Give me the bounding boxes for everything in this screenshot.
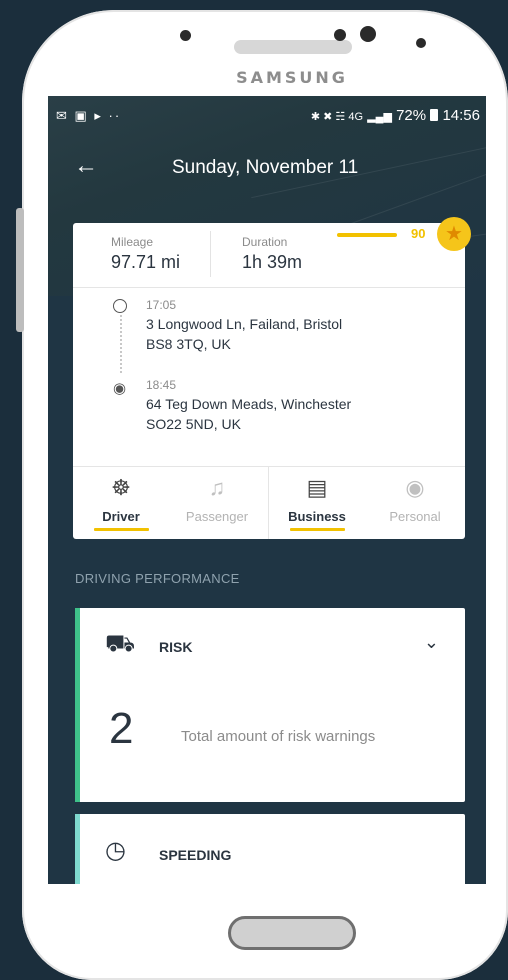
notification-icons: ✉ ▣ ▸ ·· [56,108,122,123]
location-pin-icon: ◉ [113,380,127,397]
speedometer-icon: ◷ [105,837,126,864]
sensor-icon [334,29,346,41]
start-point-icon [113,299,127,313]
duration-stat: Duration 1h 39m [242,235,302,273]
app-screen: ✉ ▣ ▸ ·· ✱ ✖ ☵ 4G ▂▄▆ 72% 14:56 ← Sunday… [48,96,486,884]
route-line [120,315,122,373]
speeding-accent-bar [75,814,80,884]
trip-summary-card: Mileage 97.71 mi Duration 1h 39m 90 ★ 17… [73,217,471,539]
score-bar [337,233,397,237]
role-driver-option[interactable]: ☸ Driver [73,475,169,531]
mileage-stat: Mileage 97.71 mi [111,235,180,273]
speeding-label: SPEEDING [159,847,232,863]
risk-description: Total amount of risk warnings [181,728,376,745]
chevron-down-icon[interactable]: ⌄ [424,632,439,653]
person-pin-icon: ◉ [405,475,425,500]
star-icon[interactable]: ★ [437,217,471,251]
section-title: DRIVING PERFORMANCE [75,571,240,586]
page-title: Sunday, November 11 [172,157,359,178]
back-arrow-icon[interactable]: ← [74,152,98,180]
start-time: 17:05 [146,298,177,312]
driver-label: Driver [102,509,140,524]
business-selected-underline [289,528,345,531]
status-bar: ✉ ▣ ▸ ·· ✱ ✖ ☵ 4G ▂▄▆ 72% 14:56 [48,106,486,130]
end-time: 18:45 [146,378,177,392]
sensor-icon [416,38,426,48]
briefcase-icon: ▤ [306,475,328,500]
seat-icon: ♫ [208,475,226,500]
risk-count: 2 [109,704,134,753]
divider [73,466,465,467]
sensor-icon [360,26,376,42]
status-right: ✱ ✖ ☵ 4G ▂▄▆ 72% 14:56 [311,107,480,124]
start-address-line2: BS8 3TQ, UK [146,336,231,352]
start-address-line1: 3 Longwood Ln, Failand, Bristol [146,316,343,332]
passenger-label: Passenger [185,509,249,524]
mileage-value: 97.71 mi [111,252,181,272]
signal-icon: ▂▄▆ [367,111,392,123]
front-camera-icon [180,30,191,41]
duration-value: 1h 39m [242,252,303,272]
speeding-card[interactable]: ◷ SPEEDING [75,814,465,884]
home-button[interactable] [228,916,356,950]
end-address-line2: SO22 5ND, UK [146,416,241,432]
steering-wheel-icon: ☸ [111,475,131,500]
top-app-bar: ← Sunday, November 11 [48,148,486,188]
risk-label: RISK [159,639,193,655]
duration-label: Duration [242,235,288,249]
trip-score: 90 [411,226,426,241]
device-brand: SAMSUNG [236,68,348,87]
battery-percent: 72% [396,107,427,124]
role-passenger-option[interactable]: ♫ Passenger [169,475,265,524]
side-volume-button [16,208,24,332]
trip-business-option[interactable]: ▤ Business [269,475,365,531]
battery-icon [430,109,439,121]
connectivity-icons: ✱ ✖ ☵ 4G [310,111,364,123]
earpiece-speaker [234,40,352,54]
personal-label: Personal [389,509,441,524]
driver-selected-underline [93,528,149,531]
car-icon: ⛟ [105,630,136,657]
trip-personal-option[interactable]: ◉ Personal [367,475,463,524]
business-label: Business [288,509,346,524]
clock: 14:56 [442,107,480,124]
risk-card[interactable]: ⛟ RISK ⌄ 2 Total amount of risk warnings [75,608,465,802]
end-address-line1: 64 Teg Down Meads, Winchester [146,396,352,412]
stat-divider [210,231,211,277]
divider [73,287,465,288]
risk-accent-bar [75,608,80,802]
mileage-label: Mileage [111,235,154,249]
